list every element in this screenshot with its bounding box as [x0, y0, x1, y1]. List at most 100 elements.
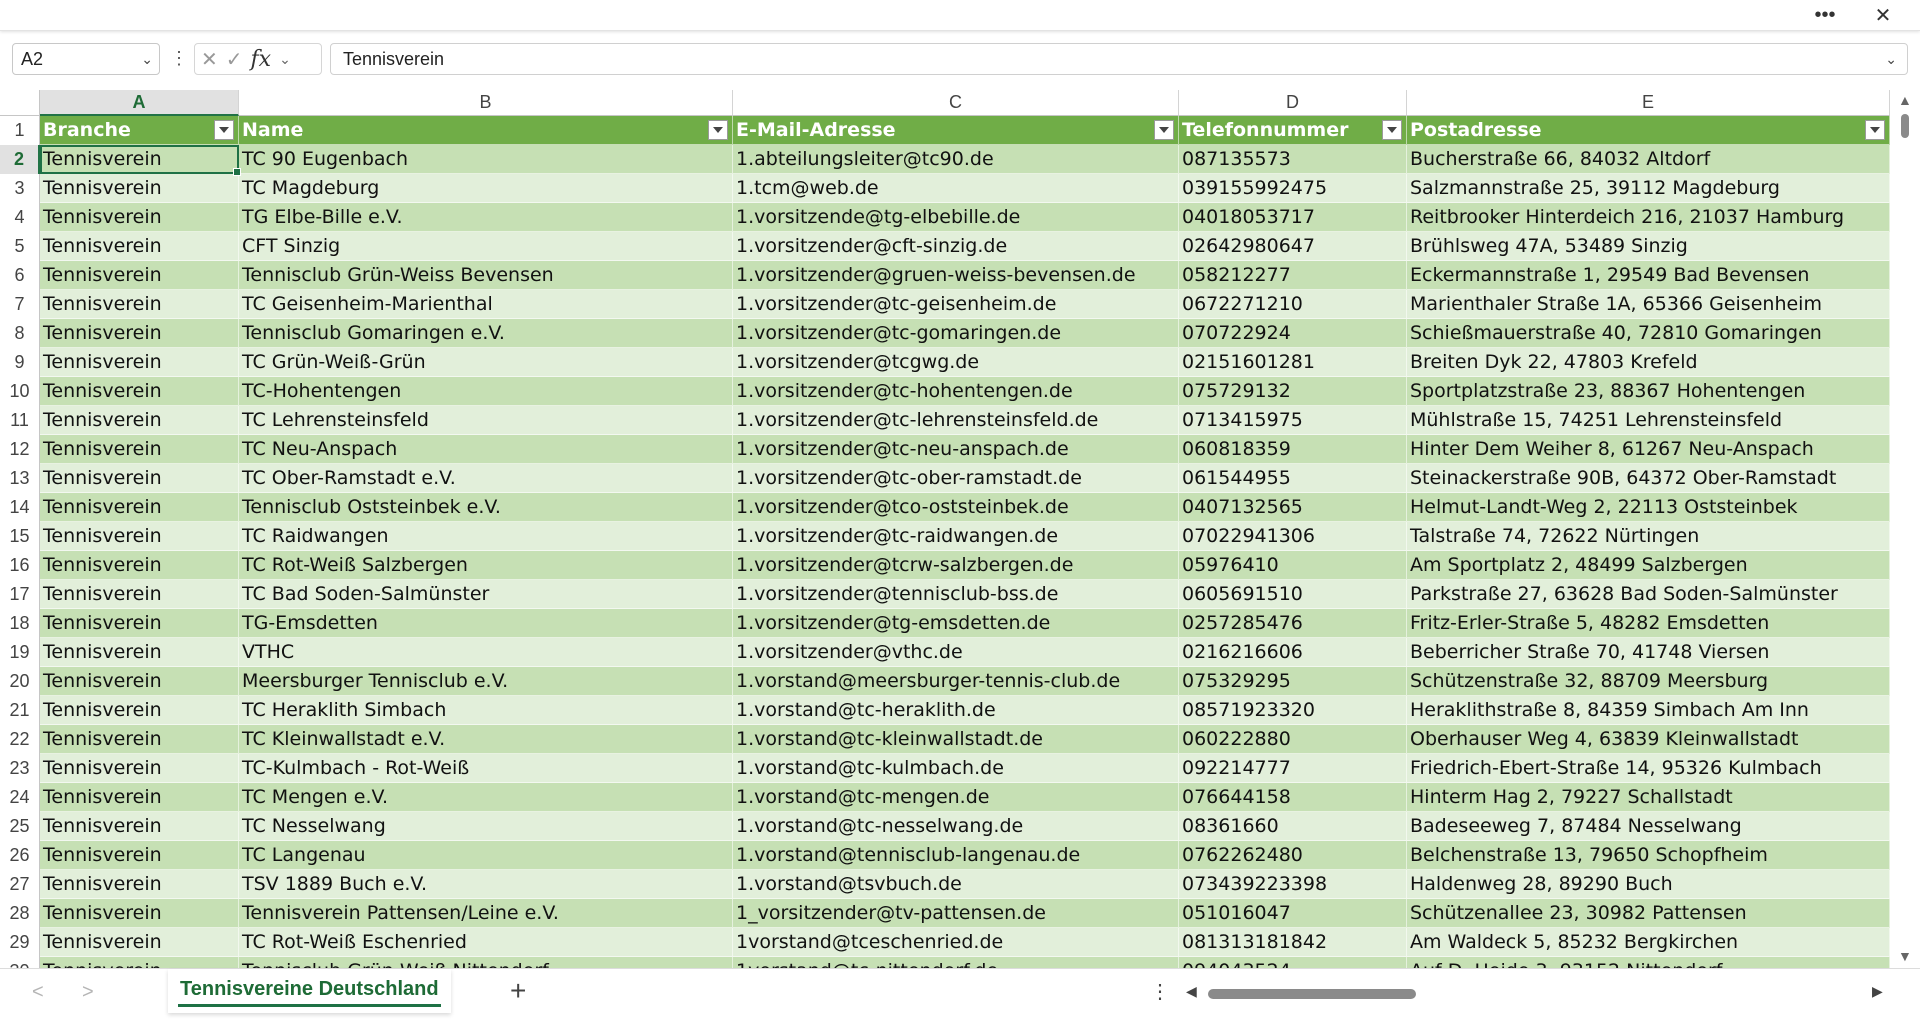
header-cell[interactable]: Branche — [40, 116, 239, 145]
table-cell[interactable]: 1.vorsitzender@tennisclub-bss.de — [733, 580, 1179, 609]
table-cell[interactable]: 1.vorsitzender@tc-raidwangen.de — [733, 522, 1179, 551]
column-header-e[interactable]: E — [1407, 90, 1890, 116]
scroll-right-icon[interactable]: ▶ — [1872, 983, 1883, 1000]
table-cell[interactable]: 087135573 — [1179, 145, 1407, 174]
table-cell[interactable]: Beberricher Straße 70, 41748 Viersen — [1407, 638, 1890, 667]
table-cell[interactable]: Heraklithstraße 8, 84359 Simbach Am Inn — [1407, 696, 1890, 725]
row-header[interactable]: 30 — [0, 957, 40, 968]
row-header[interactable]: 19 — [0, 638, 40, 667]
row-header[interactable]: 11 — [0, 406, 40, 435]
table-cell[interactable]: Tennisverein — [40, 841, 239, 870]
table-cell[interactable]: TG Elbe-Bille e.V. — [239, 203, 733, 232]
enter-check-icon[interactable]: ✓ — [226, 47, 243, 72]
table-cell[interactable]: 076644158 — [1179, 783, 1407, 812]
row-header[interactable]: 1 — [0, 116, 40, 145]
table-cell[interactable]: Hinterm Hag 2, 79227 Schallstadt — [1407, 783, 1890, 812]
table-cell[interactable]: 1_vorsitzender@tv-pattensen.de — [733, 899, 1179, 928]
next-sheet-icon[interactable]: > — [82, 981, 94, 1004]
table-cell[interactable]: Badeseeweg 7, 87484 Nesselwang — [1407, 812, 1890, 841]
row-header[interactable]: 29 — [0, 928, 40, 957]
table-cell[interactable]: 1.vorsitzender@tcgwg.de — [733, 348, 1179, 377]
table-cell[interactable]: Hinter Dem Weiher 8, 61267 Neu-Anspach — [1407, 435, 1890, 464]
table-cell[interactable]: TC Bad Soden-Salmünster — [239, 580, 733, 609]
table-cell[interactable]: 1.vorstand@tc-kulmbach.de — [733, 754, 1179, 783]
table-cell[interactable]: TC Magdeburg — [239, 174, 733, 203]
filter-dropdown-icon[interactable] — [1382, 120, 1402, 140]
filter-dropdown-icon[interactable] — [1154, 120, 1174, 140]
table-cell[interactable]: TSV 1889 Buch e.V. — [239, 870, 733, 899]
table-cell[interactable]: Meersburger Tennisclub e.V. — [239, 667, 733, 696]
filter-dropdown-icon[interactable] — [1865, 120, 1885, 140]
table-cell[interactable]: Tennisverein — [40, 464, 239, 493]
row-header[interactable]: 18 — [0, 609, 40, 638]
table-cell[interactable]: Belchenstraße 13, 79650 Schopfheim — [1407, 841, 1890, 870]
table-cell[interactable]: 1.vorstand@tennisclub-langenau.de — [733, 841, 1179, 870]
table-cell[interactable]: Tennisverein — [40, 754, 239, 783]
table-cell[interactable]: 1.vorsitzender@tc-neu-anspach.de — [733, 435, 1179, 464]
table-cell[interactable]: TC Grün-Weiß-Grün — [239, 348, 733, 377]
table-cell[interactable]: Schützenstraße 32, 88709 Meersburg — [1407, 667, 1890, 696]
table-cell[interactable]: Fritz-Erler-Straße 5, 48282 Emsdetten — [1407, 609, 1890, 638]
table-cell[interactable]: TC Langenau — [239, 841, 733, 870]
table-cell[interactable]: Am Sportplatz 2, 48499 Salzbergen — [1407, 551, 1890, 580]
table-cell[interactable]: Am Waldeck 5, 85232 Bergkirchen — [1407, 928, 1890, 957]
table-cell[interactable]: 094043524 — [1179, 957, 1407, 968]
table-cell[interactable]: Tennisclub Grün-Weiß Nittendorf — [239, 957, 733, 968]
table-cell[interactable]: TC Geisenheim-Marienthal — [239, 290, 733, 319]
scroll-up-icon[interactable]: ▲ — [1898, 92, 1912, 108]
table-cell[interactable]: Sportplatzstraße 23, 88367 Hohentengen — [1407, 377, 1890, 406]
table-cell[interactable]: Tennisclub Gomaringen e.V. — [239, 319, 733, 348]
header-cell[interactable]: Postadresse — [1407, 116, 1890, 145]
table-cell[interactable]: Marienthaler Straße 1A, 65366 Geisenheim — [1407, 290, 1890, 319]
table-cell[interactable]: Eckermannstraße 1, 29549 Bad Bevensen — [1407, 261, 1890, 290]
row-header[interactable]: 16 — [0, 551, 40, 580]
table-cell[interactable]: 1.vorstand@tc-nesselwang.de — [733, 812, 1179, 841]
table-cell[interactable]: 1.vorsitzender@tc-gomaringen.de — [733, 319, 1179, 348]
table-cell[interactable]: 1.vorsitzender@tc-hohentengen.de — [733, 377, 1179, 406]
row-header[interactable]: 5 — [0, 232, 40, 261]
row-header[interactable]: 9 — [0, 348, 40, 377]
table-cell[interactable]: 0407132565 — [1179, 493, 1407, 522]
row-header[interactable]: 13 — [0, 464, 40, 493]
row-header[interactable]: 25 — [0, 812, 40, 841]
table-cell[interactable]: Brühlsweg 47A, 53489 Sinzig — [1407, 232, 1890, 261]
row-header[interactable]: 27 — [0, 870, 40, 899]
table-cell[interactable]: Auf D. Heide 3, 93152 Nittendorf — [1407, 957, 1890, 968]
table-cell[interactable]: 060222880 — [1179, 725, 1407, 754]
row-header[interactable]: 24 — [0, 783, 40, 812]
table-cell[interactable]: Tennisverein — [40, 493, 239, 522]
table-cell[interactable]: Tennisverein — [40, 348, 239, 377]
table-cell[interactable]: Talstraße 74, 72622 Nürtingen — [1407, 522, 1890, 551]
table-cell[interactable]: 1.abteilungsleiter@tc90.de — [733, 145, 1179, 174]
header-cell[interactable]: Name — [239, 116, 733, 145]
row-header[interactable]: 10 — [0, 377, 40, 406]
filter-dropdown-icon[interactable] — [708, 120, 728, 140]
table-cell[interactable]: 1.tcm@web.de — [733, 174, 1179, 203]
table-cell[interactable]: 039155992475 — [1179, 174, 1407, 203]
column-header-c[interactable]: C — [733, 90, 1179, 116]
table-cell[interactable]: 05976410 — [1179, 551, 1407, 580]
name-box[interactable]: A2 ⌄ — [12, 43, 160, 75]
table-cell[interactable]: 070722924 — [1179, 319, 1407, 348]
table-cell[interactable]: Tennisverein — [40, 290, 239, 319]
table-cell[interactable]: 073439223398 — [1179, 870, 1407, 899]
table-cell[interactable]: Schießmauerstraße 40, 72810 Gomaringen — [1407, 319, 1890, 348]
table-cell[interactable]: 1.vorstand@meersburger-tennis-club.de — [733, 667, 1179, 696]
row-header[interactable]: 26 — [0, 841, 40, 870]
row-header[interactable]: 12 — [0, 435, 40, 464]
table-cell[interactable]: TC Lehrensteinsfeld — [239, 406, 733, 435]
close-icon[interactable]: ✕ — [1860, 0, 1906, 30]
header-cell[interactable]: E-Mail-Adresse — [733, 116, 1179, 145]
expand-formula-icon[interactable]: ⌄ — [1885, 44, 1897, 74]
table-cell[interactable]: Tennisverein — [40, 203, 239, 232]
table-cell[interactable]: TC Raidwangen — [239, 522, 733, 551]
table-cell[interactable]: Tennisverein — [40, 551, 239, 580]
row-header[interactable]: 21 — [0, 696, 40, 725]
table-cell[interactable]: Reitbrooker Hinterdeich 216, 21037 Hambu… — [1407, 203, 1890, 232]
table-cell[interactable]: Tennisverein — [40, 232, 239, 261]
table-cell[interactable]: Oberhauser Weg 4, 63839 Kleinwallstadt — [1407, 725, 1890, 754]
table-cell[interactable]: Tennisverein — [40, 145, 239, 174]
row-header[interactable]: 17 — [0, 580, 40, 609]
table-cell[interactable]: 1.vorsitzender@tco-oststeinbek.de — [733, 493, 1179, 522]
table-cell[interactable]: TG-Emsdetten — [239, 609, 733, 638]
